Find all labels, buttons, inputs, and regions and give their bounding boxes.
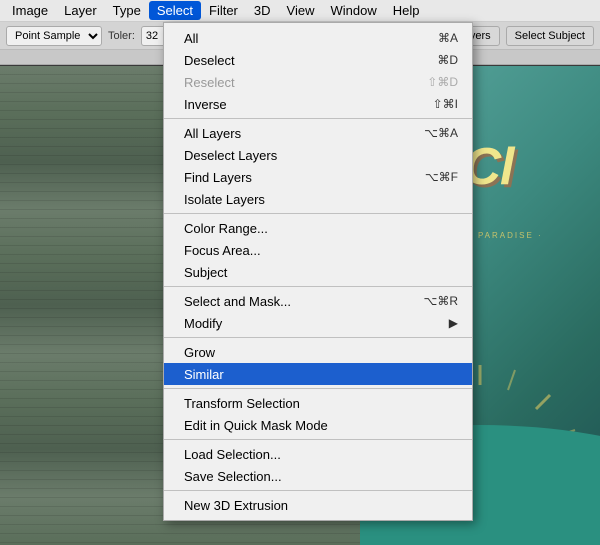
menu-item-color-range---[interactable]: Color Range... [164, 217, 472, 239]
menu-separator [164, 388, 472, 389]
menu-item-label: Load Selection... [184, 447, 458, 462]
menu-item-label: Color Range... [184, 221, 458, 236]
menu-item-label: Reselect [184, 75, 407, 90]
menu-shortcut: ⌘D [437, 53, 458, 67]
menu-item-deselect-layers[interactable]: Deselect Layers [164, 144, 472, 166]
menu-layer[interactable]: Layer [56, 1, 105, 20]
menu-item-label: Select and Mask... [184, 294, 404, 309]
menu-item-label: Deselect Layers [184, 148, 458, 163]
menu-item-focus-area---[interactable]: Focus Area... [164, 239, 472, 261]
menu-item-save-selection---[interactable]: Save Selection... [164, 465, 472, 487]
menu-item-label: All Layers [184, 126, 404, 141]
menu-item-new-3d-extrusion[interactable]: New 3D Extrusion [164, 494, 472, 516]
menu-separator [164, 286, 472, 287]
menu-item-grow[interactable]: Grow [164, 341, 472, 363]
menu-item-transform-selection[interactable]: Transform Selection [164, 392, 472, 414]
menu-item-label: Transform Selection [184, 396, 458, 411]
menu-separator [164, 490, 472, 491]
menu-separator [164, 213, 472, 214]
menu-separator [164, 439, 472, 440]
menu-item-label: Find Layers [184, 170, 405, 185]
menu-view[interactable]: View [279, 1, 323, 20]
menu-shortcut: ⌥⌘A [424, 126, 458, 140]
menu-3d[interactable]: 3D [246, 1, 279, 20]
menu-item-label: All [184, 31, 418, 46]
menu-item-label: Isolate Layers [184, 192, 458, 207]
menu-item-label: Save Selection... [184, 469, 458, 484]
tolerance-label: Toler: [108, 30, 135, 42]
menu-item-label: Edit in Quick Mask Mode [184, 418, 458, 433]
menu-item-subject[interactable]: Subject [164, 261, 472, 283]
menu-shortcut: ⇧⌘D [427, 75, 458, 89]
menu-item-label: Deselect [184, 53, 417, 68]
menu-item-label: Grow [184, 345, 458, 360]
menu-item-isolate-layers[interactable]: Isolate Layers [164, 188, 472, 210]
menu-item-all[interactable]: All ⌘A [164, 27, 472, 49]
menu-shortcut: ⇧⌘I [433, 97, 458, 111]
menu-type[interactable]: Type [105, 1, 149, 20]
menu-item-similar[interactable]: Similar [164, 363, 472, 385]
menu-shortcut: ▶ [449, 316, 458, 330]
menubar: Image Layer Type Select Filter 3D View W… [0, 0, 600, 22]
menu-item-label: Inverse [184, 97, 413, 112]
menu-item-label: Subject [184, 265, 458, 280]
menu-item-select-and-mask---[interactable]: Select and Mask... ⌥⌘R [164, 290, 472, 312]
menu-item-find-layers[interactable]: Find Layers ⌥⌘F [164, 166, 472, 188]
menu-shortcut: ⌥⌘R [424, 294, 459, 308]
menu-item-label: New 3D Extrusion [184, 498, 458, 513]
menu-item-label: Modify [184, 316, 429, 331]
menu-item-load-selection---[interactable]: Load Selection... [164, 443, 472, 465]
menu-shortcut: ⌥⌘F [425, 170, 458, 184]
menu-item-inverse[interactable]: Inverse ⇧⌘I [164, 93, 472, 115]
select-subject-button[interactable]: Select Subject [506, 26, 594, 46]
menu-item-reselect: Reselect ⇧⌘D [164, 71, 472, 93]
menu-filter[interactable]: Filter [201, 1, 246, 20]
menu-select[interactable]: Select [149, 1, 201, 20]
menu-separator [164, 337, 472, 338]
menu-window[interactable]: Window [322, 1, 384, 20]
sample-mode-select[interactable]: Point Sample [6, 26, 102, 46]
menu-item-edit-in-quick-mask-mode[interactable]: Edit in Quick Mask Mode [164, 414, 472, 436]
menu-item-all-layers[interactable]: All Layers ⌥⌘A [164, 122, 472, 144]
menu-image[interactable]: Image [4, 1, 56, 20]
menu-shortcut: ⌘A [438, 31, 458, 45]
menu-separator [164, 118, 472, 119]
menu-item-deselect[interactable]: Deselect ⌘D [164, 49, 472, 71]
menu-item-modify[interactable]: Modify ▶ [164, 312, 472, 334]
menu-item-label: Focus Area... [184, 243, 458, 258]
select-dropdown-menu: All ⌘A Deselect ⌘D Reselect ⇧⌘D Inverse ⇧⌘I All … [163, 22, 473, 521]
menu-item-label: Similar [184, 367, 458, 382]
menu-help[interactable]: Help [385, 1, 428, 20]
